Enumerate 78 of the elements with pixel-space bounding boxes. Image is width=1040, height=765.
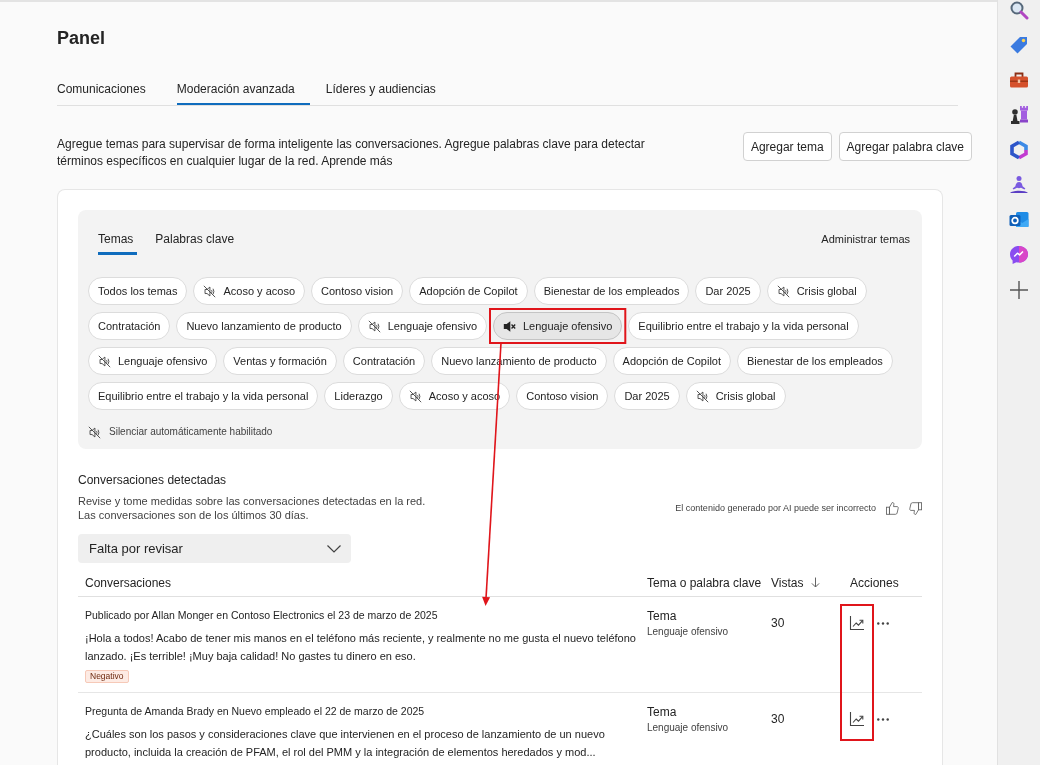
filter-dropdown[interactable]: Falta por revisar (78, 534, 351, 563)
page-title: Panel (57, 27, 106, 50)
speaker-muted-icon (98, 354, 111, 368)
speaker-muted-icon (88, 425, 101, 439)
column-header: Acciones (850, 574, 899, 591)
speaker-muted-icon (695, 389, 709, 403)
chess-pieces-icon[interactable] (1009, 105, 1029, 125)
topic-chip[interactable]: Acoso y acoso (193, 277, 306, 305)
action-button[interactable]: Agregar tema (742, 132, 832, 161)
topic-chip[interactable]: Lenguaje ofensivo (357, 312, 487, 340)
intro-text: Agregue temas para supervisar de forma inteligente las conversaciones. Agregue palabras clave para detectar términos específicos en cualquier lugar de la red. Aprende más (57, 136, 646, 170)
topic-chip[interactable]: Equilibrio entre el trabajo y la vida personal (88, 382, 319, 410)
tab[interactable]: Comunicaciones (57, 81, 161, 105)
trend-chart-icon[interactable] (849, 711, 865, 727)
topic-chip[interactable]: Nuevo lanzamiento de producto (176, 312, 352, 340)
topic-chip[interactable]: Ventas y formación (223, 347, 337, 375)
topic-chip[interactable]: Dar 2025 (614, 382, 680, 410)
topic-name: Lenguaje ofensivo (647, 625, 729, 639)
thumbs-down-icon[interactable] (909, 501, 922, 515)
tag-icon[interactable] (1009, 35, 1029, 55)
post-meta: Publicado por Allan Monger en Contoso Electronics el 23 de marzo de 2025 (85, 608, 438, 622)
speaker-muted-icon (503, 319, 516, 333)
speaker-muted-icon (408, 389, 422, 403)
more-icon[interactable] (877, 718, 889, 721)
topic-chip[interactable]: Contoso vision (311, 277, 404, 305)
manage-topics-link[interactable]: Administrar temas (821, 231, 910, 247)
topic-chip[interactable]: Adopción de Copilot (409, 277, 528, 305)
topic-chip[interactable]: Adopción de Copilot (612, 347, 732, 375)
column-header[interactable]: Vistas (771, 574, 821, 591)
action-button[interactable]: Agregar palabra clave (838, 132, 972, 161)
thumbs-up-icon[interactable] (886, 501, 899, 515)
sort-arrow-icon (811, 577, 821, 588)
column-header: Conversaciones (85, 574, 172, 591)
topic-chip[interactable]: Bienestar de los empleados (533, 277, 690, 305)
post-meta: Pregunta de Amanda Brady en Nuevo empleado el 22 de marzo de 2025 (85, 704, 425, 718)
view-count: 30 (771, 712, 785, 726)
chat-bubble-icon[interactable] (1009, 245, 1029, 265)
speaker-muted-icon (367, 319, 381, 333)
topic-type: Tema (647, 704, 677, 720)
section-description: Revise y tome medidas sobre las conversaciones detectadas en la red. (78, 494, 426, 508)
topic-chip[interactable]: Lenguaje ofensivo (493, 312, 623, 340)
post-text: ¿Cuáles son los pasos y consideraciones clave que intervienen en el proceso de lanzamiento de un nuevo producto, incluida la creación de PFAM, el rol del PMM y la integración de elementos heredados y mod... (85, 727, 606, 760)
post-text: ¡Hola a todos! Acabo de tener mis manos en el teléfono más reciente, y realmente no me gusta el nuevo teléfono lanzado. ¡Es terrible! ¡Muy baja calidad! No gastes tu dinero en eso. (85, 631, 637, 664)
topic-chip[interactable]: Contratación (342, 347, 426, 375)
topic-chip[interactable]: Crisis global (685, 382, 786, 410)
hexagon-ring-icon[interactable] (1009, 140, 1029, 160)
section-description: Las conversaciones son de los últimos 30 días. (78, 508, 309, 522)
search-icon[interactable] (1009, 0, 1029, 20)
topic-name: Lenguaje ofensivo (647, 721, 729, 735)
speaker-muted-icon (203, 284, 217, 298)
trend-chart-icon[interactable] (849, 615, 865, 631)
section-title: Conversaciones detectadas (78, 472, 227, 488)
toolbox-icon[interactable] (1009, 70, 1029, 90)
tab[interactable]: Líderes y audiencias (325, 81, 451, 105)
topic-chip[interactable]: Contoso vision (516, 382, 609, 410)
topic-type: Tema (647, 608, 677, 624)
tab[interactable]: Palabras clave (155, 231, 239, 255)
speaker-muted-icon (776, 284, 790, 298)
topic-chip[interactable]: Crisis global (766, 277, 867, 305)
auto-mute-note: Silenciar automáticamente habilitado (109, 425, 273, 439)
add-icon[interactable] (1009, 280, 1029, 300)
view-count: 30 (771, 616, 785, 630)
topic-chip[interactable]: Equilibrio entre el trabajo y la vida personal (628, 312, 859, 340)
chevron-down-icon (327, 544, 341, 553)
topic-chip[interactable]: Lenguaje ofensivo (88, 347, 218, 375)
topic-chip[interactable]: Dar 2025 (695, 277, 761, 305)
sentiment-tag: Negativo (85, 670, 129, 683)
column-header: Tema o palabra clave (647, 574, 762, 591)
more-icon[interactable] (877, 622, 889, 625)
meditating-figure-icon[interactable] (1009, 175, 1029, 195)
topic-chip[interactable]: Contratación (88, 312, 171, 340)
tab[interactable]: Temas (98, 231, 138, 255)
mail-app-icon[interactable] (1009, 210, 1029, 230)
ai-disclaimer: El contenido generado por AI puede ser incorrecto (675, 502, 876, 514)
topic-chip[interactable]: Liderazgo (324, 382, 393, 410)
topic-chip[interactable]: Bienestar de los empleados (737, 347, 893, 375)
topic-chip[interactable]: Todos los temas (88, 277, 188, 305)
tab[interactable]: Moderación avanzada (176, 81, 310, 105)
